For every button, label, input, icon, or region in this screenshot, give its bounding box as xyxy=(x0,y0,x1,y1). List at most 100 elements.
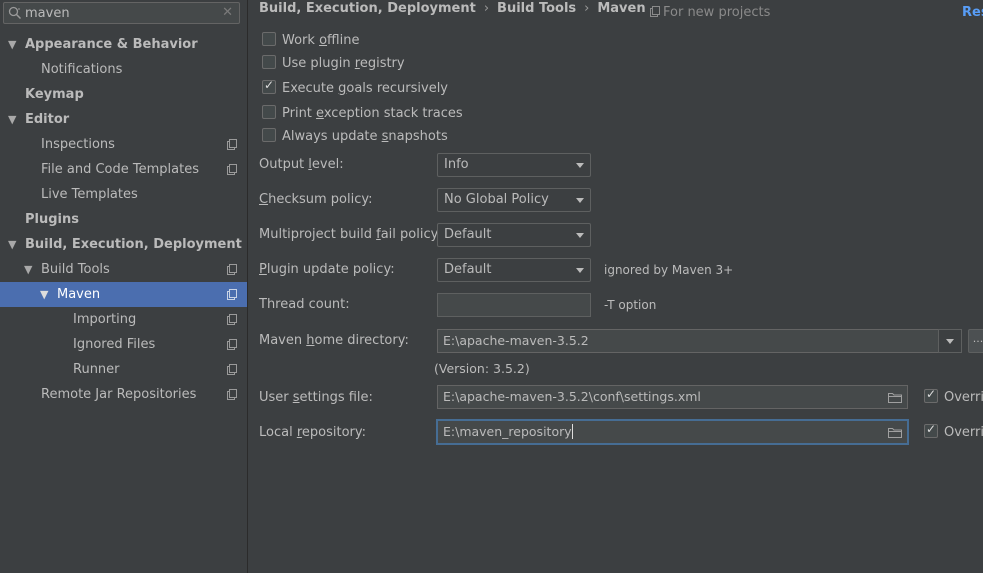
sidebar-item-importing[interactable]: Importing xyxy=(0,307,247,332)
check-mark-icon: ✓ xyxy=(264,78,275,92)
project-scope-icon xyxy=(227,364,237,375)
breadcrumb-separator: › xyxy=(584,1,590,16)
sidebar-item-appearance-behavior[interactable]: ▼ Appearance & Behavior xyxy=(0,32,247,57)
checkbox-label: Overrid xyxy=(944,425,983,440)
sidebar-item-plugins[interactable]: Plugins xyxy=(0,207,247,232)
sidebar-item-label: Build, Execution, Deployment xyxy=(25,237,242,252)
user-settings-override-checkbox[interactable]: ✓ Overrid xyxy=(924,387,983,405)
browse-button[interactable]: ... xyxy=(968,329,983,353)
sidebar-item-inspections[interactable]: Inspections xyxy=(0,132,247,157)
sidebar-item-file-code-templates[interactable]: File and Code Templates xyxy=(0,157,247,182)
folder-icon[interactable] xyxy=(888,427,902,438)
checkbox-label: Overrid xyxy=(944,390,983,405)
clear-search-icon[interactable]: ✕ xyxy=(222,5,233,20)
sidebar-item-label: Importing xyxy=(73,312,137,327)
breadcrumb-item: Maven xyxy=(597,1,646,16)
sidebar-item-label: Build Tools xyxy=(41,262,110,277)
dropdown-arrow-icon xyxy=(576,198,584,203)
checksum-policy-select[interactable]: No Global Policy xyxy=(437,188,591,212)
sidebar-item-notifications[interactable]: Notifications xyxy=(0,57,247,82)
local-repository-label: Local repository: xyxy=(259,425,367,440)
checkbox-label: Print exception stack traces xyxy=(282,106,463,121)
checkbox-box[interactable]: ✓ xyxy=(262,78,276,94)
sidebar-item-remote-jar-repositories[interactable]: Remote Jar Repositories xyxy=(0,382,247,407)
breadcrumb-separator: › xyxy=(483,1,490,16)
sidebar-item-label: Maven xyxy=(57,287,101,302)
execute-goals-recursively-checkbox[interactable]: ✓ Execute goals recursively xyxy=(262,78,448,98)
sidebar-item-label: Appearance & Behavior xyxy=(25,37,198,52)
reset-link[interactable]: Res xyxy=(962,5,983,20)
checkbox-box[interactable] xyxy=(262,55,276,69)
sidebar-item-build-tools[interactable]: ▼ Build Tools xyxy=(0,257,247,282)
project-scope-icon xyxy=(227,164,237,175)
breadcrumb-item[interactable]: Build, Execution, Deployment xyxy=(259,1,476,16)
select-value: Info xyxy=(444,157,469,172)
thread-count-label: Thread count: xyxy=(259,297,350,312)
checkbox-box[interactable] xyxy=(262,128,276,142)
local-repository-override-checkbox[interactable]: ✓ Overrid xyxy=(924,422,983,440)
maven-home-label: Maven home directory: xyxy=(259,333,409,348)
dropdown-arrow-icon xyxy=(576,163,584,168)
work-offline-checkbox[interactable]: Work offline xyxy=(262,32,359,50)
checkbox-label: Work offline xyxy=(282,33,360,48)
folder-icon[interactable] xyxy=(888,392,902,403)
project-scope-icon xyxy=(227,289,237,300)
scope-note-text: For new projects xyxy=(663,5,771,20)
sidebar-item-label: Editor xyxy=(25,112,70,127)
expand-arrow-icon[interactable]: ▼ xyxy=(24,257,32,282)
sidebar-item-label: Plugins xyxy=(25,212,79,227)
checkbox-box[interactable] xyxy=(262,32,276,46)
project-scope-icon xyxy=(227,264,237,275)
sidebar-item-keymap[interactable]: Keymap xyxy=(0,82,247,107)
multiproject-fail-policy-label: Multiproject build fail policy: xyxy=(259,227,442,242)
output-level-select[interactable]: Info xyxy=(437,153,591,177)
breadcrumb-item[interactable]: Build Tools xyxy=(497,1,576,16)
maven-home-dropdown-button[interactable] xyxy=(938,329,962,353)
sidebar-item-editor[interactable]: ▼ Editor xyxy=(0,107,247,132)
checkbox-box[interactable]: ✓ xyxy=(924,422,938,438)
sidebar-item-live-templates[interactable]: Live Templates xyxy=(0,182,247,207)
checkbox-box[interactable] xyxy=(262,105,276,119)
input-value: E:\apache-maven-3.5.2 xyxy=(443,333,589,348)
select-value: Default xyxy=(444,262,492,277)
search-input-value: maven xyxy=(25,6,70,21)
input-value: E:\apache-maven-3.5.2\conf\settings.xml xyxy=(443,389,701,404)
plugin-update-policy-select[interactable]: Default xyxy=(437,258,591,282)
multiproject-fail-policy-select[interactable]: Default xyxy=(437,223,591,247)
check-mark-icon: ✓ xyxy=(926,387,937,401)
input-value: E:\maven_repository xyxy=(443,424,573,439)
search-icon xyxy=(8,6,22,20)
settings-search-input[interactable]: maven ✕ xyxy=(3,2,240,24)
checksum-policy-label: Checksum policy: xyxy=(259,192,373,207)
user-settings-label: User settings file: xyxy=(259,390,373,405)
breadcrumb: Build, Execution, Deployment › Build Tools… xyxy=(259,1,646,19)
sidebar-item-ignored-files[interactable]: Ignored Files xyxy=(0,332,247,357)
maven-home-combobox[interactable]: E:\apache-maven-3.5.2 xyxy=(437,329,939,353)
sidebar-item-label: Notifications xyxy=(41,62,123,77)
user-settings-input[interactable]: E:\apache-maven-3.5.2\conf\settings.xml xyxy=(437,385,908,409)
check-mark-icon: ✓ xyxy=(926,422,937,436)
project-scope-icon xyxy=(227,139,237,150)
expand-arrow-icon[interactable]: ▼ xyxy=(8,32,16,57)
thread-count-input[interactable] xyxy=(437,293,591,317)
expand-arrow-icon[interactable]: ▼ xyxy=(8,107,16,132)
sidebar-item-maven[interactable]: ▼ Maven xyxy=(0,282,247,307)
project-scope-icon xyxy=(227,314,237,325)
sidebar-item-label: Remote Jar Repositories xyxy=(41,387,197,402)
always-update-snapshots-checkbox[interactable]: Always update snapshots xyxy=(262,128,448,146)
sidebar-item-runner[interactable]: Runner xyxy=(0,357,247,382)
expand-arrow-icon[interactable]: ▼ xyxy=(40,282,48,307)
scope-note: For new projects xyxy=(650,5,770,20)
expand-arrow-icon[interactable]: ▼ xyxy=(8,232,16,257)
local-repository-input[interactable]: E:\maven_repository xyxy=(436,419,909,445)
print-exception-stack-traces-checkbox[interactable]: Print exception stack traces xyxy=(262,105,463,123)
sidebar-item-label: File and Code Templates xyxy=(41,162,199,177)
checkbox-label: Always update snapshots xyxy=(282,129,448,144)
project-scope-icon xyxy=(227,389,237,400)
checkbox-box[interactable]: ✓ xyxy=(924,387,938,403)
sidebar-item-build-execution-deployment[interactable]: ▼ Build, Execution, Deployment xyxy=(0,232,247,257)
select-value: Default xyxy=(444,227,492,242)
output-level-label: Output level: xyxy=(259,157,344,172)
plugin-update-policy-label: Plugin update policy: xyxy=(259,262,395,277)
use-plugin-registry-checkbox[interactable]: Use plugin registry xyxy=(262,55,405,73)
